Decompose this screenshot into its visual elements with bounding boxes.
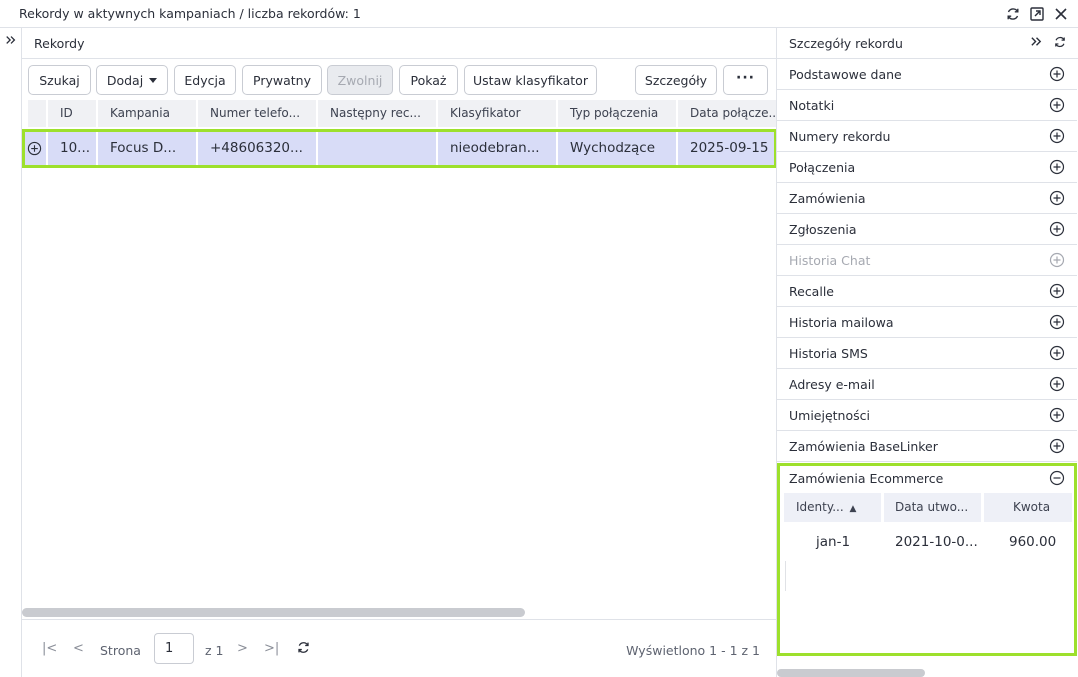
details-section-9[interactable]: Historia mailowa [777, 307, 1077, 338]
details-section-label: Umiejętności [789, 408, 870, 423]
ecommerce-column-id[interactable]: Identy... ▲ [784, 493, 881, 522]
ecommerce-orders-label: Zamówienia Ecommerce [789, 471, 944, 486]
left-collapse-strip [0, 28, 22, 677]
window-title: Rekordy w aktywnych kampaniach / liczba … [19, 6, 361, 21]
details-section-6[interactable]: Zgłoszenia [777, 214, 1077, 245]
records-panel-title: Rekordy [34, 36, 85, 51]
records-panel: Rekordy Szukaj Dodaj Edycja Prywatny Zwo… [22, 28, 777, 677]
release-button[interactable]: Zwolnij [327, 65, 393, 95]
header-expander-cell [28, 100, 46, 127]
column-header-classifier[interactable]: Klasyfikator [438, 100, 556, 127]
details-section-label: Adresy e-mail [789, 377, 875, 392]
page-total-label: z 1 [205, 643, 224, 658]
details-section-label: Numery rekordu [789, 129, 891, 144]
page-label: Strona [100, 643, 141, 658]
add-button-label: Dodaj [106, 72, 144, 88]
horizontal-scrollbar[interactable] [22, 608, 525, 617]
details-section-2[interactable]: Notatki [777, 90, 1077, 121]
details-title: Szczegóły rekordu [789, 36, 903, 51]
pager-info: Wyświetlono 1 - 1 z 1 [626, 643, 760, 658]
details-section-4[interactable]: Połączenia [777, 152, 1077, 183]
ecommerce-column-created[interactable]: Data utwo... [884, 493, 981, 522]
close-icon[interactable] [1052, 5, 1070, 23]
column-header-id[interactable]: ID [48, 100, 96, 127]
details-section-label: Zamówienia BaseLinker [789, 439, 938, 454]
prev-page-icon[interactable]: < [73, 641, 84, 656]
ecommerce-column-id-label: Identy... [796, 500, 844, 514]
ecommerce-cell-amount: 960.00 [1009, 534, 1057, 550]
details-section-3[interactable]: Numery rekordu [777, 121, 1077, 152]
details-button[interactable]: Szczegóły [635, 65, 717, 95]
column-header-campaign[interactable]: Kampania [98, 100, 196, 127]
table-row[interactable]: 10... Focus D... +48606320... nieodebran… [22, 129, 776, 167]
search-button[interactable]: Szukaj [28, 65, 91, 95]
window-titlebar: Rekordy w aktywnych kampaniach / liczba … [0, 0, 1078, 28]
last-page-icon[interactable]: >| [264, 641, 279, 656]
details-section-12[interactable]: Umiejętności [777, 400, 1077, 431]
details-section-label: Zamówienia [789, 191, 866, 206]
details-section-7[interactable]: Historia Chat [777, 245, 1077, 276]
pager: |< < Strona z 1 > >| Wyświetlono 1 - 1 z… [22, 619, 776, 677]
details-section-10[interactable]: Historia SMS [777, 338, 1077, 369]
cell-next [318, 129, 436, 167]
details-header: Szczegóły rekordu [777, 28, 1078, 59]
details-section-label: Zgłoszenia [789, 222, 857, 237]
private-button[interactable]: Prywatny [242, 65, 322, 95]
grid-header: ID Kampania Numer telefo... Następny rec… [22, 100, 776, 127]
details-section-5[interactable]: Zamówienia [777, 183, 1077, 214]
details-section-label: Notatki [789, 98, 835, 113]
cell-id: 10... [48, 129, 96, 167]
cell-classifier: nieodebran... [438, 129, 556, 167]
column-header-call-type[interactable]: Typ połączenia [558, 100, 676, 127]
add-dropdown-button[interactable]: Dodaj [96, 65, 168, 95]
details-section-1[interactable]: Podstawowe dane [777, 59, 1077, 90]
sort-asc-icon: ▲ [849, 504, 857, 514]
details-section-label: Historia Chat [789, 253, 871, 268]
more-actions-button[interactable]: ··· [723, 65, 768, 95]
details-section-11[interactable]: Adresy e-mail [777, 369, 1077, 400]
row-expand-icon[interactable] [22, 129, 46, 167]
next-page-icon[interactable]: > [237, 641, 248, 656]
cell-phone: +48606320... [198, 129, 316, 167]
expand-panel-icon[interactable] [4, 32, 18, 48]
cell-call-type: Wychodzące [558, 129, 676, 167]
edit-button[interactable]: Edycja [174, 65, 236, 95]
collapse-section-icon[interactable] [1049, 470, 1065, 486]
ecommerce-orders-header[interactable]: Zamówienia Ecommerce [777, 463, 1077, 494]
first-page-icon[interactable]: |< [42, 641, 57, 656]
details-section-8[interactable]: Recalle [777, 276, 1077, 307]
refresh-icon[interactable] [1004, 5, 1022, 23]
page-number-input[interactable] [154, 633, 194, 664]
ecommerce-column-amount[interactable]: Kwota [984, 493, 1072, 522]
details-horizontal-scrollbar[interactable] [777, 669, 925, 677]
ecommerce-scroll-edge [785, 561, 786, 591]
set-classifier-button[interactable]: Ustaw klasyfikator [464, 65, 597, 95]
external-link-icon[interactable] [1028, 5, 1046, 23]
ecommerce-cell-id: jan-1 [816, 534, 851, 550]
details-section-label: Podstawowe dane [789, 67, 902, 82]
show-button[interactable]: Pokaż [399, 65, 458, 95]
more-dots-icon: ··· [736, 70, 755, 86]
collapse-panel-icon[interactable] [1030, 35, 1043, 53]
records-toolbar: Szukaj Dodaj Edycja Prywatny Zwolnij Pok… [28, 65, 774, 95]
ecommerce-orders-section: Zamówienia Ecommerce Identy... ▲ Data ut… [777, 463, 1077, 656]
details-section-13[interactable]: Zamówienia BaseLinker [777, 431, 1077, 462]
caret-down-icon [149, 77, 158, 83]
column-header-date[interactable]: Data połącze... [678, 100, 776, 127]
details-section-label: Recalle [789, 284, 834, 299]
details-section-label: Historia SMS [789, 346, 868, 361]
cell-campaign: Focus D... [98, 129, 196, 167]
ecommerce-cell-created: 2021-10-0... [895, 534, 978, 550]
records-panel-header: Rekordy [22, 28, 776, 59]
column-header-phone[interactable]: Numer telefo... [198, 100, 316, 127]
refresh-grid-icon[interactable] [296, 640, 311, 659]
cell-date: 2025-09-15 1 [678, 129, 776, 167]
details-section-label: Historia mailowa [789, 315, 894, 330]
column-header-next[interactable]: Następny rec... [318, 100, 436, 127]
record-details-panel: Szczegóły rekordu Podstawowe dane Notatki… [776, 28, 1078, 677]
details-refresh-icon[interactable] [1053, 35, 1067, 53]
details-section-label: Połączenia [789, 160, 856, 175]
